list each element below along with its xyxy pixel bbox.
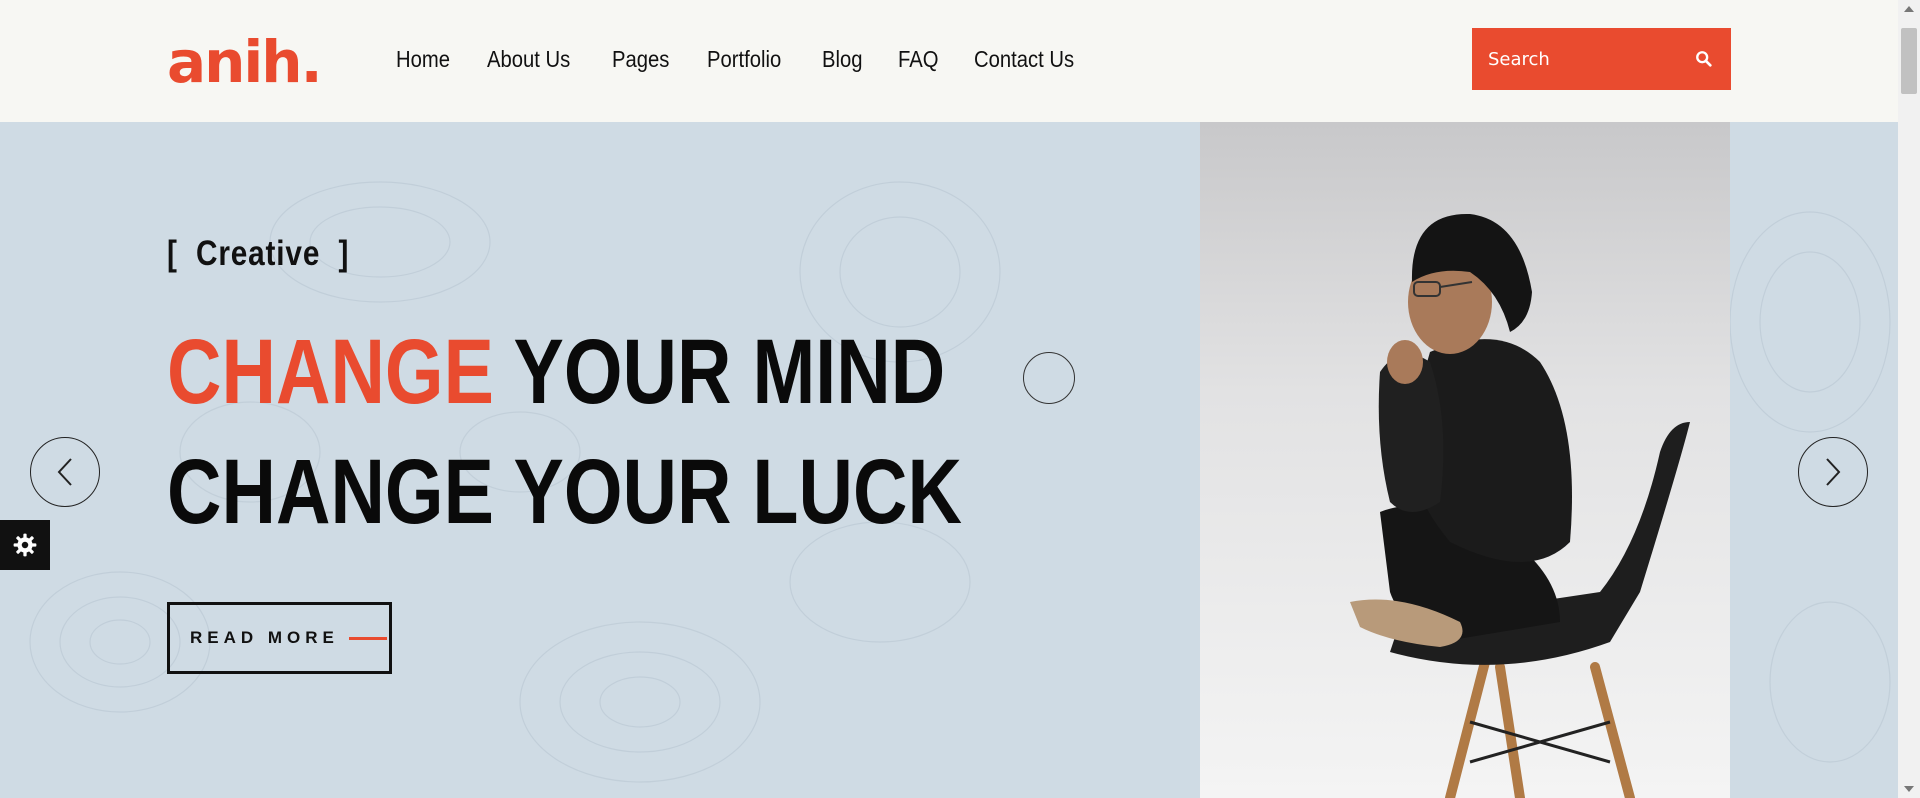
gear-icon — [13, 533, 37, 557]
scroll-down-arrow[interactable] — [1904, 786, 1914, 792]
nav-item-pages[interactable]: Pages — [612, 44, 669, 74]
hero-headline-line-2: CHANGE YOUR LUCK — [167, 441, 962, 543]
hero-headline-line-1: CHANGE YOUR MIND — [167, 322, 945, 422]
hero-slider: [ Creative ] CHANGE YOUR MIND CHANGE YOU… — [0, 122, 1898, 798]
nav-item-home[interactable]: Home — [396, 44, 450, 74]
hero-tag-text: Creative — [195, 234, 321, 273]
nav-item-portfolio[interactable]: Portfolio — [707, 44, 781, 74]
nav-item-blog[interactable]: Blog — [822, 44, 863, 74]
nav-item-contact-us[interactable]: Contact Us — [974, 44, 1074, 74]
page-scrollbar[interactable] — [1898, 0, 1920, 798]
nav-item-about-us[interactable]: About Us — [487, 44, 570, 74]
hero-headline-accent: CHANGE — [167, 321, 494, 423]
settings-button[interactable] — [0, 520, 50, 570]
dash-decoration — [348, 636, 387, 640]
logo[interactable]: anih. — [167, 28, 323, 96]
chevron-left-icon — [57, 458, 72, 486]
hero-tag: [ Creative ] — [167, 234, 350, 273]
nav-item-faq[interactable]: FAQ — [898, 44, 938, 74]
hero-photo — [1200, 122, 1730, 798]
cursor-circle — [1023, 352, 1075, 404]
search-input[interactable]: Search — [1472, 28, 1731, 90]
scroll-thumb[interactable] — [1901, 28, 1917, 94]
slider-prev-button[interactable] — [30, 437, 100, 507]
scroll-up-arrow[interactable] — [1904, 6, 1914, 12]
site-header: anih. Home About Us Pages Portfolio Blog… — [0, 0, 1898, 122]
search-placeholder: Search — [1488, 48, 1550, 70]
main-nav: Home About Us Pages Portfolio Blog FAQ C… — [396, 44, 1117, 74]
slider-next-button[interactable] — [1798, 437, 1868, 507]
hero-headline-rest: YOUR MIND — [493, 321, 946, 423]
chevron-right-icon — [1826, 458, 1841, 486]
read-more-label: READ MORE — [190, 628, 339, 647]
search-icon[interactable] — [1695, 50, 1713, 68]
read-more-button[interactable]: READ MORE — [167, 602, 392, 674]
